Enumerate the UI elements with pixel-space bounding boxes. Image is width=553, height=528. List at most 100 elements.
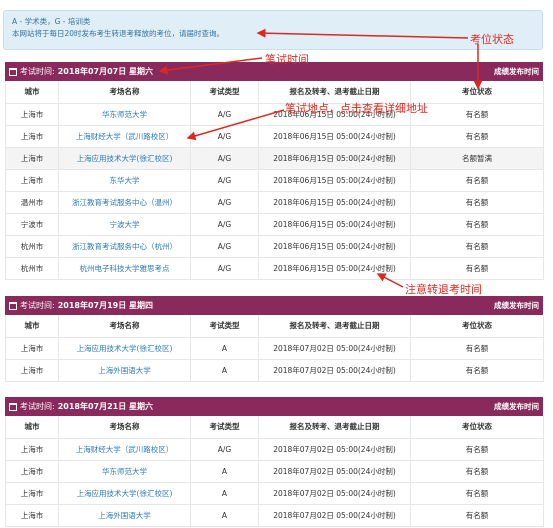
- venue-link[interactable]: 上海外国语大学: [58, 504, 191, 527]
- annotation-seat-status: 考位状态: [470, 33, 514, 46]
- exam-table: 城市 考场名称 考试类型 报名及转考、退考截止日期 考位状态 上海市 上海应用技术大学(徐汇…: [5, 315, 544, 382]
- deadline-cell: 2018年07月02日 05:00(24小时制): [258, 482, 411, 505]
- table-header-row: 城市 考场名称 考试类型 报名及转考、退考截止日期 考位状态: [5, 416, 544, 439]
- results-release-time-link[interactable]: 成绩发布时间: [494, 401, 539, 412]
- results-release-time-link[interactable]: 成绩发布时间: [494, 66, 539, 77]
- table-row: 宁波市 宁波大学 A/G 2018年06月15日 05:00(24小时制) 有名额: [5, 213, 544, 236]
- table-row: 上海市 上海财经大学（武川路校区） A/G 2018年06月15日 05:00(24小…: [5, 125, 544, 148]
- city-cell: 上海市: [5, 337, 59, 360]
- exam-type-cell: A: [190, 337, 259, 360]
- exam-time-label: 考试时间:: [20, 67, 55, 76]
- venue-link[interactable]: 浙江教育考试服务中心（温州）: [58, 191, 191, 214]
- seat-status-cell: 有名额: [410, 235, 544, 258]
- exam-type-cell: A/G: [190, 257, 259, 280]
- city-cell: 杭州市: [5, 257, 59, 280]
- exam-table: 城市 考场名称 考试类型 报名及转考、退考截止日期 考位状态 上海市 上海财经大学（武川路校…: [5, 416, 544, 527]
- city-cell: 上海市: [5, 103, 59, 126]
- notice-line-release: 本网站将于每日20时发布考生转退考释放的考位，请届时查询。: [12, 29, 225, 38]
- deadline-cell: 2018年06月15日 05:00(24小时制): [258, 191, 411, 214]
- exam-type-cell: A/G: [190, 169, 259, 192]
- exam-section-header: 考试时间: 2018年07月21日 星期六 成绩发布时间: [5, 397, 543, 416]
- calendar-icon: [9, 67, 17, 76]
- city-cell: 上海市: [5, 169, 59, 192]
- exam-type-cell: A/G: [190, 103, 259, 126]
- seat-status-cell: 名额暂满: [410, 147, 544, 170]
- exam-type-cell: A: [190, 359, 259, 382]
- seat-status-cell: 有名额: [410, 103, 544, 126]
- exam-section: 考试时间: 2018年07月19日 星期四 成绩发布时间城市 考场名称 考试类型 报名及转…: [5, 296, 544, 382]
- venue-link[interactable]: 上海应用技术大学(徐汇校区): [58, 147, 191, 170]
- exam-date-group: 考试时间: 2018年07月19日 星期四: [9, 300, 153, 311]
- annotation-exam-location: 笔试地点，点击查看详细地址: [285, 102, 428, 115]
- exam-date: 2018年07月19日 星期四: [57, 301, 154, 310]
- deadline-cell: 2018年06月15日 05:00(24小时制): [258, 235, 411, 258]
- exam-type-cell: A/G: [190, 438, 259, 461]
- table-header-row: 城市 考场名称 考试类型 报名及转考、退考截止日期 考位状态: [5, 81, 544, 104]
- notice-box: A - 学术类，G - 培训类 本网站将于每日20时发布考生转退考释放的考位，请…: [3, 10, 543, 50]
- col-deadline-header: 报名及转考、退考截止日期: [258, 315, 411, 338]
- col-city-header: 城市: [5, 315, 59, 338]
- venue-link[interactable]: 杭州电子科技大学雅思考点: [58, 257, 191, 280]
- table-row: 上海市 上海应用技术大学(徐汇校区) A 2018年07月02日 05:00(24小时…: [5, 482, 544, 505]
- col-deadline-header: 报名及转考、退考截止日期: [258, 416, 411, 439]
- city-cell: 上海市: [5, 147, 59, 170]
- deadline-cell: 2018年07月02日 05:00(24小时制): [258, 504, 411, 527]
- annotation-exam-time: 笔试时间: [265, 53, 309, 66]
- venue-link[interactable]: 上海外国语大学: [58, 359, 191, 382]
- venue-link[interactable]: 上海财经大学（武川路校区）: [58, 438, 191, 461]
- table-row: 上海市 华东师范大学 A/G 2018年06月15日 05:00(24小时制) 有名额: [5, 103, 544, 126]
- results-release-time-link[interactable]: 成绩发布时间: [494, 300, 539, 311]
- table-row: 杭州市 浙江教育考试服务中心（杭州） A/G 2018年06月15日 05:00(24…: [5, 235, 544, 258]
- city-cell: 上海市: [5, 359, 59, 382]
- seat-status-cell: 有名额: [410, 125, 544, 148]
- col-seat-status-header: 考位状态: [410, 315, 544, 338]
- table-row: 上海市 上海外国语大学 A 2018年07月02日 05:00(24小时制) 有名额: [5, 359, 544, 382]
- col-exam-type-header: 考试类型: [190, 416, 259, 439]
- table-row: 杭州市 杭州电子科技大学雅思考点 A/G 2018年06月15日 05:00(24小时…: [5, 257, 544, 280]
- deadline-cell: 2018年06月15日 05:00(24小时制): [258, 125, 411, 148]
- seat-status-cell: 有名额: [410, 438, 544, 461]
- venue-link[interactable]: 宁波大学: [58, 213, 191, 236]
- exam-type-cell: A: [190, 460, 259, 483]
- exam-section: 考试时间: 2018年07月07日 星期六 成绩发布时间城市 考场名称 考试类型 报名及转…: [5, 62, 544, 280]
- col-venue-header: 考场名称: [58, 315, 191, 338]
- col-seat-status-header: 考位状态: [410, 81, 544, 104]
- city-cell: 宁波市: [5, 213, 59, 236]
- exam-date-group: 考试时间: 2018年07月21日 星期六: [9, 401, 153, 412]
- exam-section: 考试时间: 2018年07月21日 星期六 成绩发布时间城市 考场名称 考试类型 报名及转…: [5, 397, 544, 527]
- col-exam-type-header: 考试类型: [190, 315, 259, 338]
- exam-type-cell: A/G: [190, 191, 259, 214]
- exam-section-header: 考试时间: 2018年07月19日 星期四 成绩发布时间: [5, 296, 543, 315]
- seat-status-cell: 有名额: [410, 257, 544, 280]
- table-row: 温州市 浙江教育考试服务中心（温州） A/G 2018年06月15日 05:00(24…: [5, 191, 544, 214]
- col-city-header: 城市: [5, 416, 59, 439]
- col-city-header: 城市: [5, 81, 59, 104]
- exam-date-group: 考试时间: 2018年07月07日 星期六: [9, 66, 153, 77]
- annotation-withdraw-time: 注意转退考时间: [405, 283, 482, 296]
- deadline-cell: 2018年07月02日 05:00(24小时制): [258, 337, 411, 360]
- seat-status-cell: 有名额: [410, 482, 544, 505]
- col-seat-status-header: 考位状态: [410, 416, 544, 439]
- col-venue-header: 考场名称: [58, 416, 191, 439]
- venue-link[interactable]: 浙江教育考试服务中心（杭州）: [58, 235, 191, 258]
- deadline-cell: 2018年06月15日 05:00(24小时制): [258, 257, 411, 280]
- table-row: 上海市 上海应用技术大学(徐汇校区) A 2018年07月02日 05:00(24小时…: [5, 337, 544, 360]
- city-cell: 上海市: [5, 504, 59, 527]
- venue-link[interactable]: 上海应用技术大学(徐汇校区): [58, 482, 191, 505]
- notice-line-type: A - 学术类，G - 培训类: [12, 17, 91, 26]
- table-row: 上海市 上海财经大学（武川路校区） A/G 2018年07月02日 05:00(24小…: [5, 438, 544, 461]
- venue-link[interactable]: 华东师范大学: [58, 460, 191, 483]
- venue-link[interactable]: 上海应用技术大学(徐汇校区): [58, 337, 191, 360]
- venue-link[interactable]: 东华大学: [58, 169, 191, 192]
- col-exam-type-header: 考试类型: [190, 81, 259, 104]
- city-cell: 上海市: [5, 125, 59, 148]
- exam-time-label: 考试时间:: [20, 402, 55, 411]
- exam-type-cell: A/G: [190, 213, 259, 236]
- venue-link[interactable]: 上海财经大学（武川路校区）: [58, 125, 191, 148]
- venue-link[interactable]: 华东师范大学: [58, 103, 191, 126]
- exam-type-cell: A: [190, 504, 259, 527]
- exam-table: 城市 考场名称 考试类型 报名及转考、退考截止日期 考位状态 上海市 华东师范大学 A/G 20…: [5, 81, 544, 280]
- city-cell: 上海市: [5, 438, 59, 461]
- seat-status-cell: 有名额: [410, 213, 544, 236]
- table-row: 上海市 华东师范大学 A 2018年07月02日 05:00(24小时制) 有名额: [5, 460, 544, 483]
